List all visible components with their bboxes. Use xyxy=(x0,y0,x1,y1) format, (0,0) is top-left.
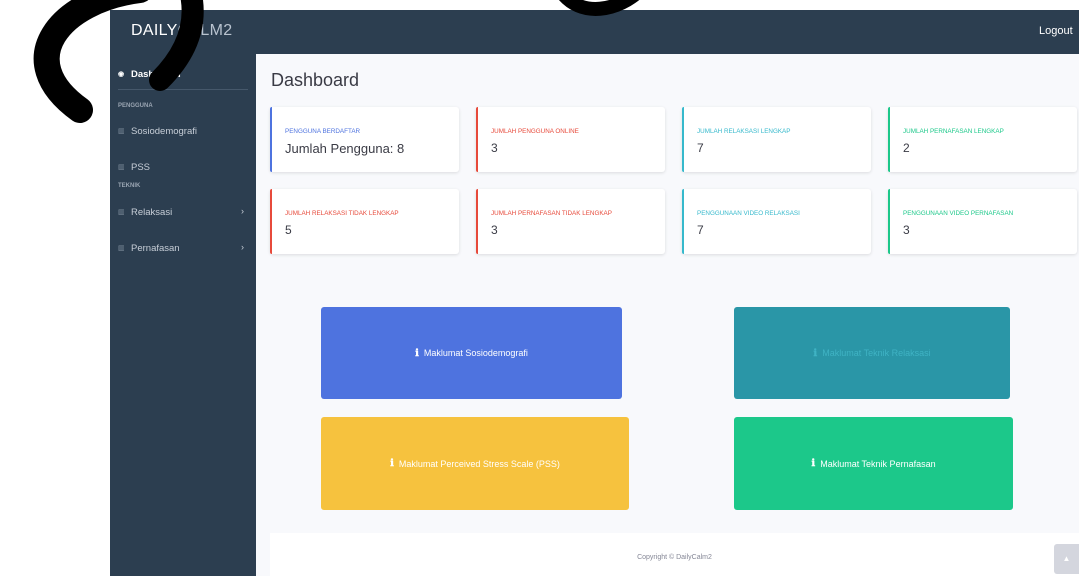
card-label: PENGGUNA BERDAFTAR xyxy=(285,128,361,135)
sidebar-heading-pengguna: PENGGUNA xyxy=(118,103,153,109)
card-label: JUMLAH RELAKSASI LENGKAP xyxy=(697,128,791,135)
info-icon: ℹ xyxy=(390,458,394,469)
sidebar: ◉ Dashboard PENGGUNA ▥ Sosiodemografi ▥ … xyxy=(110,54,256,576)
button-label: Maklumat Teknik Relaksasi xyxy=(822,348,931,358)
card-accent xyxy=(270,189,272,254)
card-label: JUMLAH PENGGUNA ONLINE xyxy=(491,128,579,135)
sidebar-divider xyxy=(118,89,248,90)
brand-logo[interactable]: DAILYCALM2 xyxy=(131,22,232,40)
card-label: JUMLAH RELAKSASI TIDAK LENGKAP xyxy=(285,210,399,217)
app-frame: DAILYCALM2 Logout ◉ Dashboard PENGGUNA ▥… xyxy=(110,10,1079,576)
chevron-right-icon: › xyxy=(241,206,244,216)
stat-card-relaxation-complete: JUMLAH RELAKSASI LENGKAP 7 xyxy=(682,107,871,172)
card-accent xyxy=(888,189,890,254)
info-icon: ℹ xyxy=(813,347,818,359)
stat-card-relaxation-incomplete: JUMLAH RELAKSASI TIDAK LENGKAP 5 xyxy=(270,189,459,254)
card-accent xyxy=(476,107,478,172)
stat-card-breathing-incomplete: JUMLAH PERNAFASAN TIDAK LENGKAP 3 xyxy=(476,189,665,254)
stat-card-breathing-video: PENGGUNAAN VIDEO PERNAFASAN 3 xyxy=(888,189,1077,254)
sidebar-item-label: Pernafasan xyxy=(131,242,180,254)
sidebar-heading-teknik: TEKNIK xyxy=(118,183,141,189)
card-label: PENGGUNAAN VIDEO PERNAFASAN xyxy=(903,210,1014,217)
topbar: DAILYCALM2 Logout xyxy=(110,10,1079,54)
card-accent xyxy=(888,107,890,172)
pss-info-button[interactable]: ℹ Maklumat Perceived Stress Scale (PSS) xyxy=(321,417,629,510)
button-label: Maklumat Sosiodemografi xyxy=(423,348,528,358)
chevron-right-icon: › xyxy=(241,242,244,252)
card-label: PENGGUNAAN VIDEO RELAKSASI xyxy=(697,210,800,217)
card-value: 2 xyxy=(903,141,910,155)
footer: Copyright © DailyCalm2 xyxy=(270,533,1079,576)
info-icon: ℹ xyxy=(811,458,816,469)
chart-icon: ▥ xyxy=(118,128,125,135)
card-accent xyxy=(682,189,684,254)
card-value: 7 xyxy=(697,223,704,237)
card-value: Jumlah Pengguna: 8 xyxy=(285,141,405,156)
sidebar-item-pss[interactable]: ▥ PSS xyxy=(110,156,256,178)
sidebar-item-dashboard[interactable]: ◉ Dashboard xyxy=(110,63,256,85)
card-accent xyxy=(476,189,478,254)
info-icon: ℹ xyxy=(415,347,419,359)
sidebar-item-label: PSS xyxy=(131,161,151,173)
stat-card-breathing-complete: JUMLAH PERNAFASAN LENGKAP 2 xyxy=(888,107,1077,172)
card-value: 3 xyxy=(491,141,498,155)
brand-part1: DAILY xyxy=(131,22,178,39)
sidebar-item-pernafasan[interactable]: ▥ Pernafasan › xyxy=(110,237,256,259)
sidebar-item-label: Dashboard xyxy=(131,68,181,80)
sidebar-item-label: Sosiodemografi xyxy=(131,125,198,137)
chart-icon: ▥ xyxy=(118,245,125,252)
card-label: JUMLAH PERNAFASAN TIDAK LENGKAP xyxy=(491,210,612,217)
scroll-to-top-button[interactable]: ▲ xyxy=(1054,544,1079,574)
card-value: 7 xyxy=(697,141,704,155)
page-title: Dashboard xyxy=(271,70,360,90)
stat-card-online-users: JUMLAH PENGGUNA ONLINE 3 xyxy=(476,107,665,172)
sidebar-item-label: Relaksasi xyxy=(131,206,173,218)
breathing-info-button[interactable]: ℹ Maklumat Teknik Pernafasan xyxy=(734,417,1013,510)
brand-part2: CALM2 xyxy=(177,22,233,39)
relaxation-info-button[interactable]: ℹ Maklumat Teknik Relaksasi xyxy=(734,307,1010,399)
card-value: 3 xyxy=(903,223,910,237)
sociodemographic-info-button[interactable]: ℹ Maklumat Sosiodemografi xyxy=(321,307,622,399)
card-value: 5 xyxy=(285,223,292,237)
copyright-text: Copyright © DailyCalm2 xyxy=(637,554,712,561)
card-label: JUMLAH PERNAFASAN LENGKAP xyxy=(903,128,1004,135)
sidebar-item-relaksasi[interactable]: ▥ Relaksasi › xyxy=(110,201,256,223)
watermark-stroke xyxy=(559,0,640,16)
button-label: Maklumat Perceived Stress Scale (PSS) xyxy=(398,458,560,469)
chart-icon: ▥ xyxy=(118,164,125,171)
chevron-up-icon: ▲ xyxy=(1062,554,1071,563)
card-accent xyxy=(682,107,684,172)
stat-card-relaxation-video: PENGGUNAAN VIDEO RELAKSASI 7 xyxy=(682,189,871,254)
dashboard-icon: ◉ xyxy=(118,71,125,78)
stat-card-registered-users: PENGGUNA BERDAFTAR Jumlah Pengguna: 8 xyxy=(270,107,459,172)
card-accent xyxy=(270,107,272,172)
button-label: Maklumat Teknik Pernafasan xyxy=(820,458,936,469)
chart-icon: ▥ xyxy=(118,209,125,216)
card-value: 3 xyxy=(491,223,498,237)
sidebar-item-sosiodemografi[interactable]: ▥ Sosiodemografi xyxy=(110,120,256,142)
logout-link[interactable]: Logout xyxy=(1039,25,1079,37)
